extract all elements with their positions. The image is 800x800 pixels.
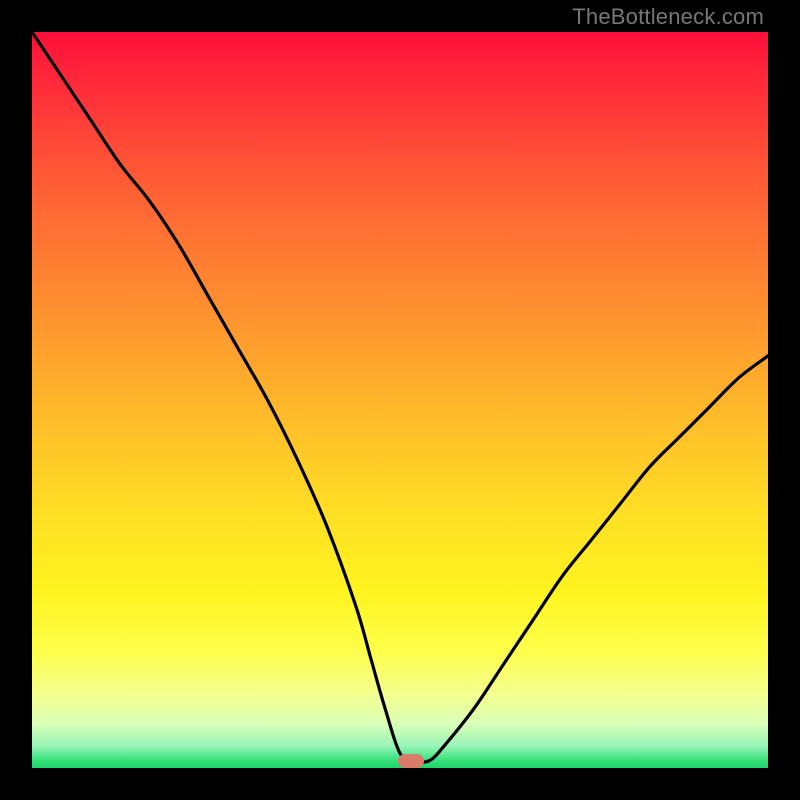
plot-area [32, 32, 768, 768]
heat-gradient-bg [32, 32, 768, 768]
watermark-text: TheBottleneck.com [572, 4, 764, 30]
chart-frame: TheBottleneck.com [0, 0, 800, 800]
